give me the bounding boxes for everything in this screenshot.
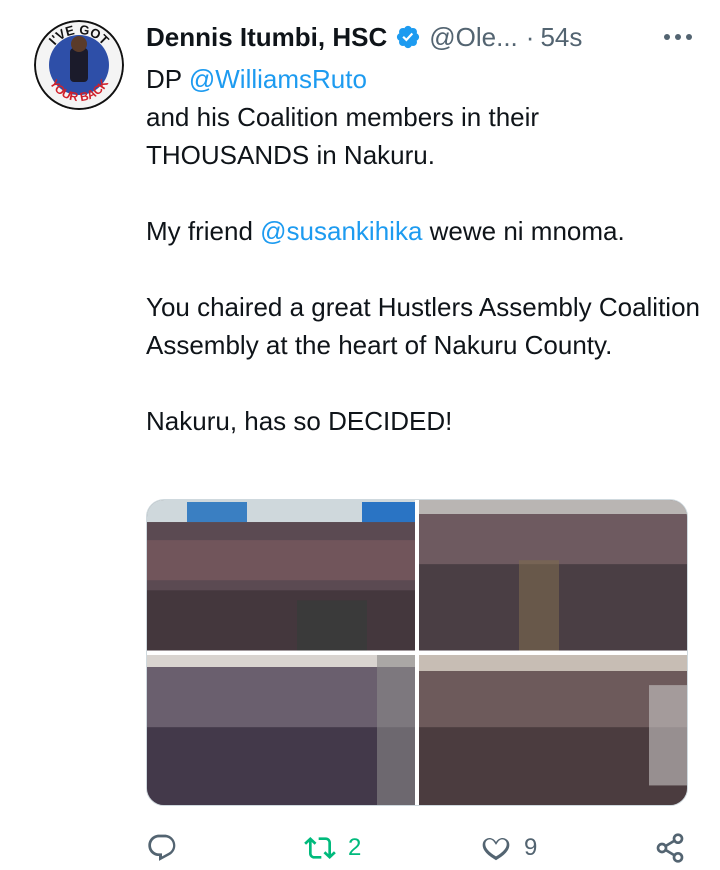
crowd-photo[interactable]	[419, 500, 687, 651]
like-button[interactable]: 9	[480, 826, 537, 870]
reply-button[interactable]	[146, 826, 190, 870]
tweet-text: DP @WilliamsRuto and his Coalition membe…	[146, 60, 706, 440]
crowd-photo[interactable]	[147, 654, 415, 805]
retweet-button[interactable]: 2	[304, 826, 361, 870]
tweet-header: Dennis Itumbi, HSC @Ole... · 54s	[146, 16, 704, 58]
tweet-timestamp[interactable]: 54s	[540, 22, 582, 53]
like-count: 9	[524, 834, 538, 861]
author-handle[interactable]: @Ole...	[429, 22, 518, 53]
author-name[interactable]: Dennis Itumbi, HSC	[146, 22, 387, 53]
retweet-icon	[304, 837, 336, 859]
media-grid	[146, 499, 688, 806]
reply-icon	[148, 834, 176, 861]
more-options-icon[interactable]	[660, 22, 696, 52]
tweet-line: DP @WilliamsRuto	[146, 60, 706, 98]
tweet-line: and his Coalition members in their THOUS…	[146, 102, 540, 170]
tweet-actions: 2 9	[146, 826, 696, 870]
mention-link[interactable]: @susankihika	[260, 216, 422, 246]
crowd-photo[interactable]	[147, 500, 415, 651]
text-segment: wewe ni mnoma.	[422, 216, 625, 246]
text-segment: My friend	[146, 216, 261, 246]
tweet-line: My friend @susankihika wewe ni mnoma.	[146, 212, 706, 250]
share-icon	[656, 833, 684, 863]
mention-link[interactable]: @WilliamsRuto	[189, 64, 367, 94]
separator-dot: ·	[525, 21, 535, 52]
retweet-count: 2	[348, 834, 362, 861]
crowd-photo[interactable]	[419, 654, 687, 805]
tweet-line: Nakuru, has so DECIDED!	[146, 406, 453, 436]
avatar[interactable]: I'VE GOT YOUR BACK	[34, 20, 124, 110]
heart-icon	[482, 837, 510, 861]
tweet-line: You chaired a great Hustlers Assembly Co…	[146, 292, 700, 360]
verified-badge-icon	[387, 24, 421, 50]
share-button[interactable]	[654, 826, 686, 870]
text-segment: DP	[146, 64, 189, 94]
